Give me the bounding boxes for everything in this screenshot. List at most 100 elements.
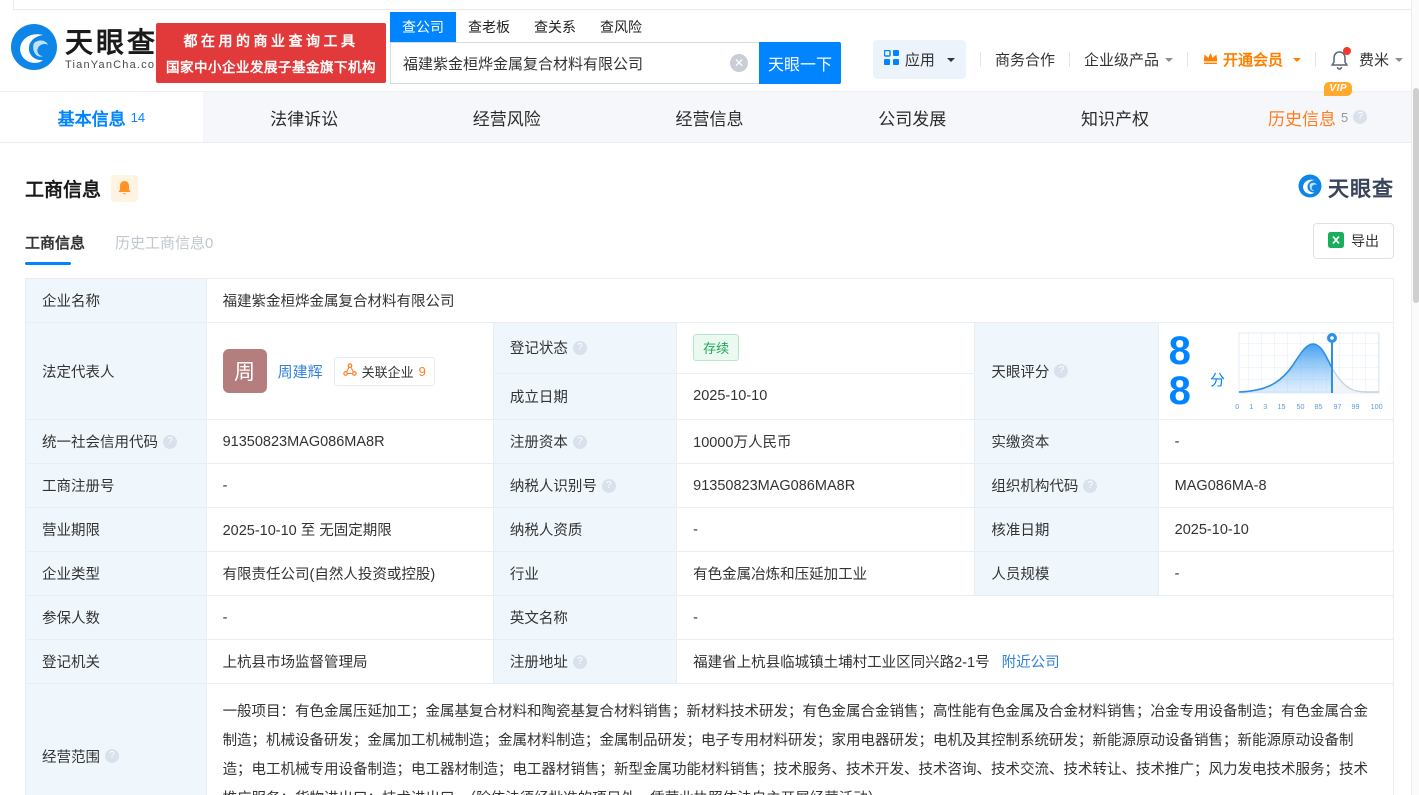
field-value-business-term: 2025-10-10 至 无固定期限 <box>206 508 493 552</box>
export-button[interactable]: 导出 <box>1313 223 1394 259</box>
clear-search-icon[interactable]: ✕ <box>730 54 748 72</box>
related-companies-label: 关联企业 <box>362 362 414 381</box>
notification-dot <box>1343 47 1351 55</box>
page-scrollbar[interactable] <box>1411 0 1419 795</box>
field-label-company-name: 企业名称 <box>26 279 207 323</box>
legal-rep-name-link[interactable]: 周建辉 <box>278 361 323 382</box>
tab-company-development[interactable]: 公司发展 <box>811 92 1014 142</box>
monitor-bell-button[interactable] <box>111 175 138 202</box>
tianyancha-watermark: 天眼查 <box>1298 173 1394 203</box>
field-label-score: 天眼评分? <box>975 323 1158 420</box>
field-value-paid-capital: - <box>1158 420 1393 464</box>
field-value-reg-capital: 10000万人民币 <box>677 420 975 464</box>
business-info-table: 企业名称 福建紫金桓烨金属复合材料有限公司 法定代表人 周 周建辉 <box>25 278 1394 795</box>
vip-badge: VIP <box>1324 82 1352 96</box>
field-value-legal-rep: 周 周建辉 关联企业 <box>206 323 493 420</box>
nav-cooperation[interactable]: 商务合作 <box>995 49 1055 70</box>
field-value-establish-date: 2025-10-10 <box>677 373 975 419</box>
section-title: 工商信息 <box>25 175 101 202</box>
tab-count: 5 <box>1341 110 1348 125</box>
table-row: 登记机关 上杭县市场监督管理局 注册地址? 福建省上杭县临城镇土埔村工业区同兴路… <box>26 640 1394 684</box>
help-icon[interactable]: ? <box>1083 479 1097 493</box>
user-menu[interactable]: 费米 <box>1359 49 1403 70</box>
score-unit: 分 <box>1210 369 1225 390</box>
subtab-business-info[interactable]: 工商信息 <box>25 232 85 265</box>
field-value-staff-size: - <box>1158 552 1393 596</box>
field-label-reg-status: 登记状态? <box>493 323 676 374</box>
field-value-company-type: 有限责任公司(自然人投资或控股) <box>206 552 493 596</box>
field-label-approval-date: 核准日期 <box>975 508 1158 552</box>
field-label-org-code: 组织机构代码? <box>975 464 1158 508</box>
notifications-bell[interactable] <box>1330 50 1349 70</box>
crown-icon <box>1202 50 1219 69</box>
field-value-org-code: MAG086MA-8 <box>1158 464 1393 508</box>
header-nav: 应用 商务合作 企业级产品 开通会员 <box>873 40 1403 79</box>
table-row: 经营范围? 一般项目：有色金属压延加工；金属基复合材料和陶瓷基复合材料销售；新材… <box>26 684 1394 795</box>
chevron-down-icon <box>1395 58 1403 66</box>
help-icon[interactable]: ? <box>573 435 587 449</box>
open-vip-button[interactable]: 开通会员 <box>1202 49 1301 70</box>
search-input[interactable] <box>390 42 759 84</box>
field-label-business-scope: 经营范围? <box>26 684 207 795</box>
field-value-approval-date: 2025-10-10 <box>1158 508 1393 552</box>
search-tab-boss[interactable]: 查老板 <box>456 12 522 42</box>
search-button[interactable]: 天眼一下 <box>759 42 841 84</box>
subtab-history-business-info[interactable]: 历史工商信息0 <box>115 232 213 265</box>
related-companies-badge[interactable]: 关联企业 9 <box>334 357 435 386</box>
field-label-insured-count: 参保人数 <box>26 596 207 640</box>
tianyancha-company-page: 天眼查 TianYanCha.com 都在用的商业查询工具 国家中小企业发展子基… <box>0 0 1419 795</box>
table-row: 营业期限 2025-10-10 至 无固定期限 纳税人资质 - 核准日期 202… <box>26 508 1394 552</box>
score-distribution-chart[interactable]: 01 315 5085 9799 100 <box>1235 331 1383 411</box>
field-label-paid-capital: 实缴资本 <box>975 420 1158 464</box>
logo-text: 天眼查 TianYanCha.com <box>65 28 166 71</box>
search-tab-company[interactable]: 查公司 <box>390 12 456 42</box>
help-icon[interactable]: ? <box>602 479 616 493</box>
apps-label: 应用 <box>905 49 935 70</box>
field-value-industry: 有色金属冶炼和压延加工业 <box>677 552 975 596</box>
field-value-reg-address: 福建省上杭县临城镇土埔村工业区同兴路2-1号 附近公司 <box>677 640 1394 684</box>
field-value-score: 88 分 <box>1158 323 1393 420</box>
field-value-reg-number: - <box>206 464 493 508</box>
field-label-english-name: 英文名称 <box>493 596 676 640</box>
help-icon[interactable]: ? <box>163 435 177 449</box>
tianyancha-logo[interactable]: 天眼查 TianYanCha.com <box>10 23 166 76</box>
promo-line1: 都在用的商业查询工具 <box>184 31 359 51</box>
related-companies-count: 9 <box>419 364 426 379</box>
field-value-business-scope: 一般项目：有色金属压延加工；金属基复合材料和陶瓷基复合材料销售；新材料技术研发；… <box>206 684 1393 795</box>
field-label-reg-capital: 注册资本? <box>493 420 676 464</box>
excel-icon <box>1328 232 1344 251</box>
search-tab-relation[interactable]: 查关系 <box>522 12 588 42</box>
tab-intellectual-property[interactable]: 知识产权 <box>1014 92 1217 142</box>
help-icon[interactable]: ? <box>573 341 587 355</box>
field-label-staff-size: 人员规模 <box>975 552 1158 596</box>
field-label-credit-code: 统一社会信用代码? <box>26 420 207 464</box>
help-icon[interactable]: ? <box>105 749 119 763</box>
tab-history-info[interactable]: 历史信息 VIP 5 ? <box>1216 92 1419 142</box>
tab-legal-litigation[interactable]: 法律诉讼 <box>203 92 406 142</box>
help-icon[interactable]: ? <box>573 655 587 669</box>
search-row: ✕ 天眼一下 <box>390 42 841 84</box>
scrollbar-thumb[interactable] <box>1413 88 1419 303</box>
user-name: 费米 <box>1359 49 1389 70</box>
section-head: 工商信息 天眼查 <box>0 143 1419 203</box>
subtab-row: 工商信息 历史工商信息0 导出 <box>0 203 1419 265</box>
legal-rep-avatar[interactable]: 周 <box>223 349 267 393</box>
tab-operation-info[interactable]: 经营信息 <box>608 92 811 142</box>
help-icon[interactable]: ? <box>1054 364 1068 378</box>
score-value: 88 <box>1169 331 1200 411</box>
tab-operation-risk[interactable]: 经营风险 <box>405 92 608 142</box>
export-label: 导出 <box>1351 231 1379 251</box>
help-icon[interactable]: ? <box>1353 110 1367 124</box>
tab-label: 基本信息 <box>58 105 126 130</box>
tab-label: 法律诉讼 <box>270 105 338 130</box>
tab-basic-info[interactable]: 基本信息 14 <box>0 92 203 142</box>
score-chart-axis: 01 315 5085 9799 100 <box>1235 402 1383 411</box>
table-row: 统一社会信用代码? 91350823MAG086MA8R 注册资本? 10000… <box>26 420 1394 464</box>
search-tab-risk[interactable]: 查风险 <box>588 12 654 42</box>
tab-count: 14 <box>131 110 145 125</box>
apps-menu[interactable]: 应用 <box>873 40 966 79</box>
nearby-companies-link[interactable]: 附近公司 <box>1002 655 1060 671</box>
promo-banner[interactable]: 都在用的商业查询工具 国家中小企业发展子基金旗下机构 <box>156 23 386 83</box>
nav-enterprise[interactable]: 企业级产品 <box>1084 49 1173 70</box>
field-value-reg-status: 存续 <box>677 323 975 374</box>
